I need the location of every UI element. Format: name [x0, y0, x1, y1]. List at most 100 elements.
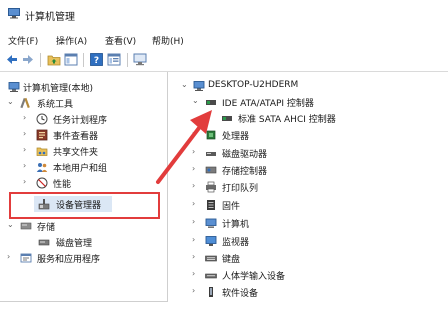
device-item-print-queues[interactable]: › 打印队列 [178, 179, 438, 195]
tree-item-disk-management[interactable]: 磁盘管理 [0, 234, 168, 250]
tree-item-local-users[interactable]: › 本地用户和组 [0, 159, 168, 175]
performance-icon [36, 177, 48, 189]
tree-label: 处理器 [222, 132, 250, 142]
chevron-down-icon[interactable]: ⌄ [7, 221, 15, 229]
tree-label: 本地用户和组 [53, 164, 108, 174]
tree-label: 键盘 [222, 255, 241, 265]
firmware-icon [207, 200, 215, 210]
device-item-processors[interactable]: › 处理器 [178, 127, 438, 143]
tree-label: 计算机 [222, 220, 250, 230]
tree-label: 监视器 [222, 238, 250, 248]
tree-item-event-viewer[interactable]: › 事件查看器 [0, 127, 168, 143]
disk-management-icon [38, 239, 50, 246]
chevron-right-icon[interactable]: › [23, 146, 31, 154]
chevron-right-icon[interactable]: › [23, 162, 31, 170]
forward-icon[interactable] [22, 53, 34, 66]
device-manager-icon [38, 199, 50, 210]
ide-controller-icon [206, 100, 216, 105]
device-item-hid[interactable]: › 人体学输入设备 [178, 267, 438, 283]
properties-icon[interactable] [107, 53, 121, 66]
computer-icon [205, 218, 217, 228]
tree-label: 计算机管理(本地) [23, 84, 94, 94]
tree-label: 磁盘管理 [56, 239, 93, 249]
disk-drive-icon [206, 152, 216, 156]
tree-item-root[interactable]: 计算机管理(本地) [0, 79, 168, 95]
chevron-right-icon[interactable]: › [192, 130, 200, 138]
tree-label: IDE ATA/ATAPI 控制器 [222, 99, 314, 109]
chevron-right-icon[interactable]: › [23, 130, 31, 138]
console-icon[interactable] [133, 53, 147, 66]
device-item-disk-drives[interactable]: › 磁盘驱动器 [178, 145, 438, 161]
sata-controller-icon [222, 116, 232, 121]
tree-label: 存储控制器 [222, 167, 268, 177]
tree-label: 人体学输入设备 [222, 272, 286, 282]
services-icon [20, 253, 32, 263]
tree-label: 性能 [53, 180, 72, 190]
back-icon[interactable] [6, 53, 18, 66]
device-item-software-devices[interactable]: › 软件设备 [178, 284, 438, 300]
menu-file[interactable]: 文件(F) [8, 34, 38, 47]
event-viewer-icon [36, 129, 48, 141]
toolbar-separator [127, 53, 128, 67]
chevron-right-icon[interactable]: › [192, 270, 200, 278]
tree-label: DESKTOP-U2HDERM [208, 80, 299, 90]
device-item-computer-node[interactable]: › 计算机 [178, 215, 438, 231]
tree-label: 存储 [37, 223, 56, 233]
tree-item-system-tools[interactable]: ⌄ 系统工具 [0, 95, 168, 111]
tree-label: 标准 SATA AHCI 控制器 [238, 115, 336, 125]
show-pane-icon[interactable] [64, 53, 78, 66]
device-item-monitors[interactable]: › 监视器 [178, 233, 438, 249]
tree-label: 软件设备 [222, 289, 259, 299]
menu-action[interactable]: 操作(A) [56, 34, 87, 47]
computer-management-icon [8, 82, 20, 92]
tree-label: 设备管理器 [56, 201, 102, 211]
folder-up-icon[interactable] [47, 53, 61, 66]
hid-icon [205, 273, 217, 279]
chevron-right-icon[interactable]: › [192, 165, 200, 173]
chevron-right-icon[interactable]: › [23, 178, 31, 186]
tree-item-services-apps[interactable]: › 服务和应用程序 [0, 250, 168, 266]
tools-icon [20, 97, 30, 109]
chevron-down-icon[interactable]: ⌄ [7, 98, 15, 106]
device-item-firmware[interactable]: › 固件 [178, 197, 438, 213]
menu-help[interactable]: 帮助(H) [152, 34, 184, 47]
tree-item-performance[interactable]: › 性能 [0, 175, 168, 191]
tree-item-device-manager[interactable]: 设备管理器 [0, 196, 168, 212]
help-icon[interactable]: ? [90, 53, 103, 66]
chevron-right-icon[interactable]: › [7, 253, 15, 261]
chevron-right-icon[interactable]: › [23, 114, 31, 122]
toolbar-separator [40, 53, 41, 67]
device-item-storage-controllers[interactable]: › 存储控制器 [178, 162, 438, 178]
shared-folder-icon [36, 147, 48, 156]
tree-item-shared-folders[interactable]: › 共享文件夹 [0, 143, 168, 159]
chevron-right-icon[interactable]: › [192, 200, 200, 208]
tree-label: 任务计划程序 [53, 116, 108, 126]
chevron-down-icon[interactable]: ⌄ [192, 97, 200, 105]
chevron-right-icon[interactable]: › [192, 236, 200, 244]
device-item-computer[interactable]: ⌄ DESKTOP-U2HDERM [178, 78, 438, 94]
tree-item-storage[interactable]: ⌄ 存储 [0, 218, 168, 234]
chevron-right-icon[interactable]: › [192, 287, 200, 295]
chevron-right-icon[interactable]: › [192, 148, 200, 156]
tree-label: 系统工具 [37, 100, 74, 110]
tree-label: 磁盘驱动器 [222, 150, 268, 160]
storage-icon [20, 222, 32, 230]
device-item-sata-ahci[interactable]: 标准 SATA AHCI 控制器 [178, 110, 438, 126]
chevron-right-icon[interactable]: › [192, 253, 200, 261]
menu-view[interactable]: 查看(V) [105, 34, 136, 47]
title-bar: 计算机管理 [0, 0, 448, 28]
keyboard-icon [205, 255, 217, 262]
pane-bottom-border [0, 301, 168, 302]
tree-label: 服务和应用程序 [37, 255, 101, 265]
device-item-keyboards[interactable]: › 键盘 [178, 250, 438, 266]
tree-item-task-scheduler[interactable]: › 任务计划程序 [0, 111, 168, 127]
chevron-down-icon[interactable]: ⌄ [181, 81, 189, 89]
tree-label: 固件 [222, 202, 241, 212]
computer-icon [193, 81, 205, 91]
menu-bar: 文件(F) 操作(A) 查看(V) 帮助(H) [0, 32, 448, 48]
chevron-right-icon[interactable]: › [192, 182, 200, 190]
toolbar: ? [0, 50, 448, 70]
computer-management-icon [8, 8, 20, 19]
chevron-right-icon[interactable]: › [192, 218, 200, 226]
device-item-ide-controller[interactable]: ⌄ IDE ATA/ATAPI 控制器 [178, 94, 438, 110]
